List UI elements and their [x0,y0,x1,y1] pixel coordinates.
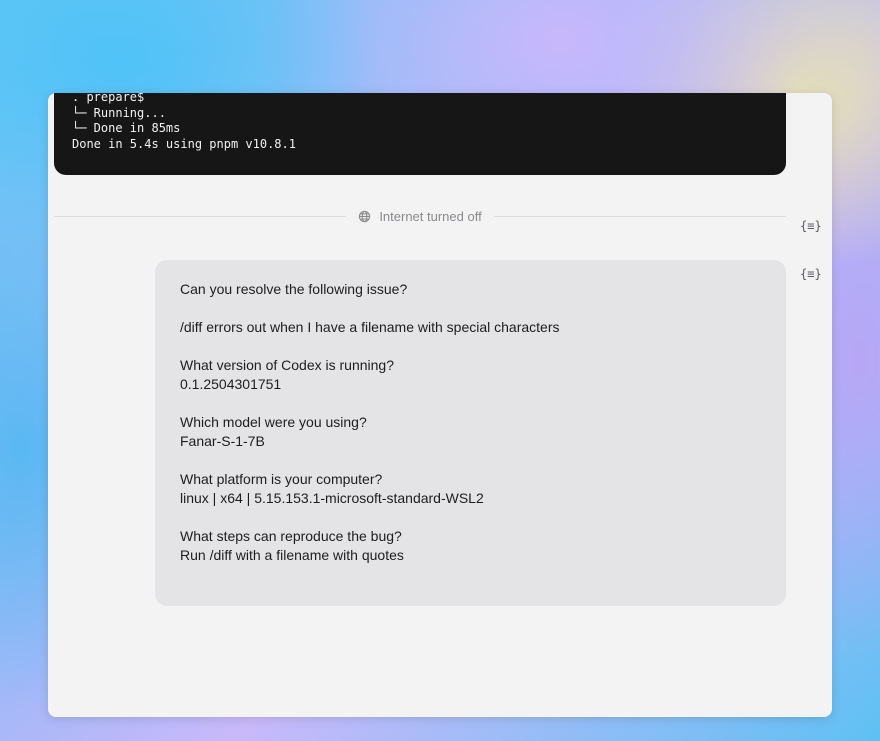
json-braces-icon[interactable]: {≡} [800,267,822,281]
globe-icon [359,210,371,222]
message-paragraph: /diff errors out when I have a filename … [180,318,761,337]
message-paragraph: Which model were you using? Fanar-S-1-7B [180,413,761,451]
message-line: What version of Codex is running? [180,357,394,373]
json-braces-icon[interactable]: {≡} [800,219,822,233]
message-line: /diff errors out when I have a filename … [180,319,560,335]
user-message-bubble: Can you resolve the following issue? /di… [155,260,786,606]
terminal-line: └─ Done in 85ms [72,121,181,135]
divider-rule-right [493,215,787,217]
message-paragraph: What version of Codex is running? 0.1.25… [180,356,761,394]
internet-status-label: Internet turned off [379,208,482,224]
message-paragraph: Can you resolve the following issue? [180,280,761,299]
internet-status: Internet turned off [346,209,493,224]
message-line: 0.1.2504301751 [180,376,282,392]
message-paragraph: What platform is your computer? linux | … [180,470,761,508]
message-paragraph: What steps can reproduce the bug? Run /d… [180,527,761,565]
message-line: Run /diff with a filename with quotes [180,547,404,563]
message-line: Fanar-S-1-7B [180,433,265,449]
terminal-line: └─ Running... [72,105,166,120]
message-line: Which model were you using? [180,414,367,430]
terminal-output: . prepare$ └─ Running... └─ Done in 85ms… [54,93,786,175]
internet-status-divider: Internet turned off [54,206,787,226]
message-line: Can you resolve the following issue? [180,281,408,297]
terminal-line: . prepare$ [72,93,145,104]
divider-rule-left [54,215,347,217]
chat-window: . prepare$ └─ Running... └─ Done in 85ms… [48,93,832,717]
terminal-line: Done in 5.4s using pnpm v10.8.1 [72,136,296,151]
message-line: What platform is your computer? [180,471,383,487]
message-line: linux | x64 | 5.15.153.1-microsoft-stand… [180,490,484,506]
message-line: What steps can reproduce the bug? [180,528,402,544]
